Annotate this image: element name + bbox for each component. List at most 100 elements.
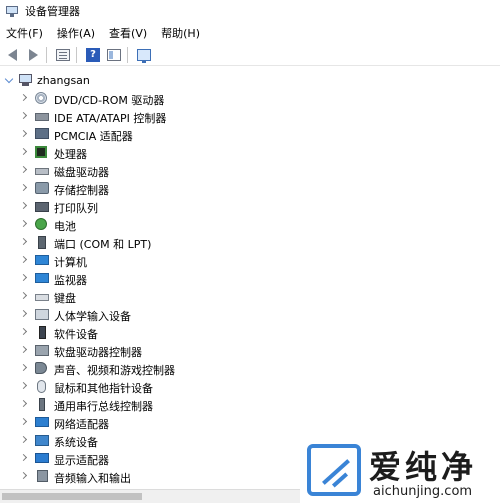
chevron-right-icon[interactable] — [19, 219, 28, 228]
tree-node-disk[interactable]: 磁盘驱动器 — [0, 162, 300, 180]
chevron-down-icon[interactable] — [4, 74, 14, 84]
menu-file[interactable]: 文件(F) — [6, 25, 43, 41]
tree-node-label: 软件设备 — [54, 328, 98, 341]
tree-node-audio[interactable]: 音频输入和输出 — [0, 468, 300, 486]
scrollbar-thumb[interactable] — [2, 493, 142, 500]
chevron-right-icon[interactable] — [19, 417, 28, 426]
tree-node-system[interactable]: 系统设备 — [0, 432, 300, 450]
tree-node-printer[interactable]: 打印队列 — [0, 198, 300, 216]
tree-node-label: 存储控制器 — [54, 184, 109, 197]
menu-help[interactable]: 帮助(H) — [161, 25, 200, 41]
keyboard-icon — [35, 290, 49, 303]
chevron-right-icon[interactable] — [19, 453, 28, 462]
scan-hardware-button[interactable] — [135, 46, 153, 64]
window-title: 设备管理器 — [25, 5, 80, 18]
dvd-drive-icon — [35, 92, 49, 105]
chevron-right-icon[interactable] — [19, 147, 28, 156]
chevron-right-icon[interactable] — [19, 165, 28, 174]
help-button[interactable]: ? — [84, 46, 102, 64]
chevron-right-icon[interactable] — [19, 93, 28, 102]
software-device-icon — [35, 326, 49, 339]
chevron-right-icon[interactable] — [19, 435, 28, 444]
chevron-right-icon[interactable] — [19, 237, 28, 246]
chevron-right-icon[interactable] — [19, 471, 28, 480]
tree-node-display[interactable]: 显示适配器 — [0, 450, 300, 468]
scan-hardware-icon — [137, 48, 151, 63]
watermark-brand: 爱纯净 — [369, 448, 478, 486]
chevron-right-icon[interactable] — [19, 255, 28, 264]
tree-node-label: 软盘驱动器控制器 — [54, 346, 142, 359]
menu-view[interactable]: 查看(V) — [109, 25, 147, 41]
tree-node-network[interactable]: 网络适配器 — [0, 414, 300, 432]
tree-node-label: IDE ATA/ATAPI 控制器 — [54, 112, 167, 125]
tree-node-label: 显示适配器 — [54, 454, 109, 467]
chevron-right-icon[interactable] — [19, 327, 28, 336]
tree-node-ports[interactable]: 端口 (COM 和 LPT) — [0, 234, 300, 252]
chevron-right-icon[interactable] — [19, 291, 28, 300]
watermark-logo-icon — [307, 444, 361, 496]
menu-bar: 文件(F) 操作(A) 查看(V) 帮助(H) — [0, 22, 500, 44]
tree-node-floppy[interactable]: 软盘驱动器控制器 — [0, 342, 300, 360]
usb-icon — [35, 398, 49, 411]
tree-node-label: 监视器 — [54, 274, 87, 287]
menu-action[interactable]: 操作(A) — [57, 25, 95, 41]
pcmcia-adapter-icon — [35, 128, 49, 141]
watermark-url: aichunjing.com — [373, 484, 473, 499]
tree-node-label: 系统设备 — [54, 436, 98, 449]
tree-node-label: 音频输入和输出 — [54, 472, 131, 485]
chevron-right-icon[interactable] — [19, 399, 28, 408]
properties-icon — [56, 48, 70, 61]
sound-controller-icon — [35, 362, 49, 375]
horizontal-scrollbar[interactable] — [0, 489, 300, 503]
chevron-right-icon[interactable] — [19, 183, 28, 192]
back-button[interactable] — [3, 46, 21, 64]
forward-button[interactable] — [24, 46, 42, 64]
tree-node-computer[interactable]: 计算机 — [0, 252, 300, 270]
chevron-right-icon[interactable] — [19, 273, 28, 282]
tree-node-label: 电池 — [54, 220, 76, 233]
tree-root[interactable]: zhangsan — [0, 72, 200, 90]
chevron-right-icon[interactable] — [19, 345, 28, 354]
tree-node-keyboard[interactable]: 键盘 — [0, 288, 300, 306]
help-icon: ? — [86, 47, 100, 62]
tree-node-usb[interactable]: 通用串行总线控制器 — [0, 396, 300, 414]
tree-node-ide[interactable]: IDE ATA/ATAPI 控制器 — [0, 108, 300, 126]
toolbar-separator — [127, 46, 128, 63]
tree-node-sound[interactable]: 声音、视频和游戏控制器 — [0, 360, 300, 378]
system-device-icon — [35, 434, 49, 447]
tree-node-monitors[interactable]: 监视器 — [0, 270, 300, 288]
toolbar: ? — [0, 44, 500, 66]
forward-arrow-icon — [28, 48, 38, 61]
tree-node-pcmcia[interactable]: PCMCIA 适配器 — [0, 126, 300, 144]
chevron-right-icon[interactable] — [19, 201, 28, 210]
chevron-right-icon[interactable] — [19, 309, 28, 318]
chevron-right-icon[interactable] — [19, 363, 28, 372]
tree-node-label: DVD/CD-ROM 驱动器 — [54, 94, 165, 107]
mouse-icon — [35, 380, 49, 393]
tree-node-label: 处理器 — [54, 148, 87, 161]
chevron-right-icon[interactable] — [19, 381, 28, 390]
properties-button[interactable] — [54, 46, 72, 64]
chevron-right-icon[interactable] — [19, 111, 28, 120]
network-adapter-icon — [35, 416, 49, 429]
disk-drive-icon — [35, 164, 49, 177]
tree-node-label: 声音、视频和游戏控制器 — [54, 364, 175, 377]
view-button[interactable] — [105, 46, 123, 64]
tree-node-label: 磁盘驱动器 — [54, 166, 109, 179]
tree-node-software[interactable]: 软件设备 — [0, 324, 300, 342]
tree-node-hid[interactable]: 人体学输入设备 — [0, 306, 300, 324]
battery-icon — [35, 218, 49, 231]
tree-node-label: 键盘 — [54, 292, 76, 305]
monitor-icon — [35, 272, 49, 285]
tree-node-dvd[interactable]: DVD/CD-ROM 驱动器 — [0, 90, 300, 108]
tree-node-processor[interactable]: 处理器 — [0, 144, 300, 162]
tree-node-label: 鼠标和其他指针设备 — [54, 382, 153, 395]
computer-icon — [35, 254, 49, 267]
tree-node-battery[interactable]: 电池 — [0, 216, 300, 234]
port-icon — [35, 236, 49, 249]
tree-node-storage[interactable]: 存储控制器 — [0, 180, 300, 198]
computer-icon — [19, 74, 32, 87]
tree-node-mouse[interactable]: 鼠标和其他指针设备 — [0, 378, 300, 396]
tree-node-label: 网络适配器 — [54, 418, 109, 431]
chevron-right-icon[interactable] — [19, 129, 28, 138]
